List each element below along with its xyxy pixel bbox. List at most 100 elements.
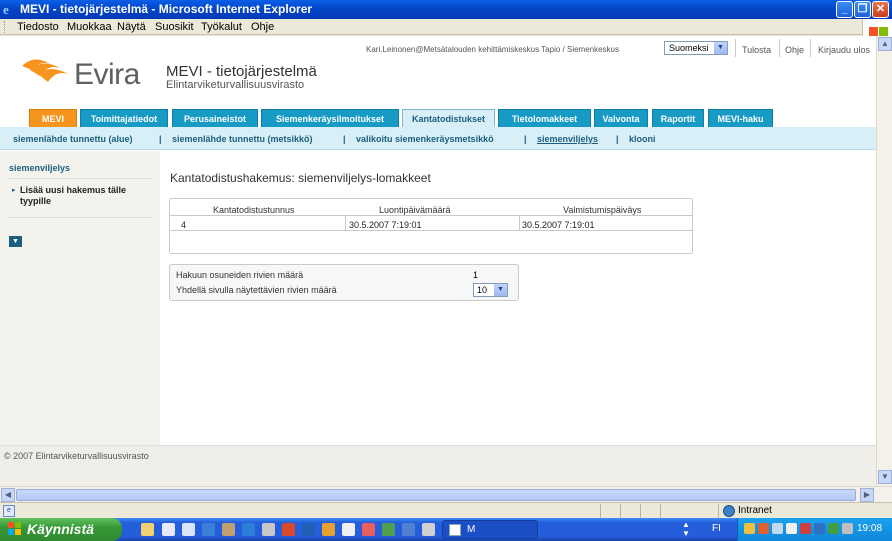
menu-ohje[interactable]: Ohje xyxy=(251,21,274,33)
menu-suosikit[interactable]: Suosikit xyxy=(155,21,194,33)
evira-logo-icon xyxy=(22,59,68,82)
task-mevi-window[interactable]: M xyxy=(442,520,538,539)
taskbar-scroll-icon[interactable]: ▲ ▼ xyxy=(682,520,690,538)
subnav-separator: | xyxy=(524,134,527,144)
page-title: Kantatodistushakemus: siemenviljelys-lom… xyxy=(170,171,431,185)
subnav-siemenkeraysmetsikko[interactable]: valikoitu siemenkeräysmetsikkö xyxy=(356,134,494,144)
subnav-siemenviljelys[interactable]: siemenviljelys xyxy=(537,134,598,144)
desktop-icon[interactable] xyxy=(182,523,195,536)
column-header[interactable]: Luontipäivämäärä xyxy=(379,205,451,215)
minimize-button[interactable]: _ xyxy=(836,1,853,18)
app-icon[interactable] xyxy=(422,523,435,536)
title-bar: e MEVI - tietojärjestelmä - Microsoft In… xyxy=(0,0,892,19)
results-table: Kantatodistustunnus Luontipäivämäärä Val… xyxy=(169,198,693,254)
word-icon[interactable] xyxy=(302,523,315,536)
table-cell: 30.5.2007 7:19:01 xyxy=(522,220,595,230)
security-zone: Intranet xyxy=(738,505,772,516)
logo-text: Evira xyxy=(74,58,140,91)
expand-icon[interactable]: ▼ xyxy=(9,236,22,247)
vertical-scrollbar[interactable]: ▲ ▼ xyxy=(876,36,892,486)
scroll-thumb[interactable] xyxy=(16,489,856,501)
logged-in-user: Kari.Leinonen@Metsätalouden kehittämiske… xyxy=(366,45,619,54)
logout-link[interactable]: Kirjaudu ulos xyxy=(818,45,870,55)
scroll-up-icon[interactable]: ▲ xyxy=(878,37,892,51)
print-link[interactable]: Tulosta xyxy=(742,45,771,55)
divider xyxy=(519,216,520,231)
browser-icon[interactable] xyxy=(202,523,215,536)
column-header[interactable]: Valmistumispäiväys xyxy=(563,205,641,215)
sidebar-heading: siemenviljelys xyxy=(9,163,71,173)
tray-icon[interactable] xyxy=(814,523,825,534)
app-icon[interactable] xyxy=(322,523,335,536)
app-icon[interactable] xyxy=(222,523,235,536)
tab-siemenkeraysilmoitukset[interactable]: Siemenkeräysilmoitukset xyxy=(261,109,399,128)
rows-per-page-select[interactable]: 10 ▼ xyxy=(473,283,508,297)
window-icon[interactable] xyxy=(162,523,175,536)
chevron-down-icon[interactable]: ▼ xyxy=(714,42,727,54)
help-link[interactable]: Ohje xyxy=(785,45,804,55)
divider xyxy=(620,504,621,518)
add-application-link[interactable]: Lisää uusi hakemus tälle tyypille xyxy=(20,185,150,207)
scroll-right-icon[interactable]: ▶ xyxy=(860,488,874,502)
tab-kantatodistukset[interactable]: Kantatodistukset xyxy=(402,109,495,128)
tray-icon[interactable] xyxy=(772,523,783,534)
tray-icon[interactable] xyxy=(758,523,769,534)
windows-flag-icon xyxy=(8,522,22,536)
scroll-left-icon[interactable]: ◀ xyxy=(1,488,15,502)
app-icon[interactable] xyxy=(342,523,355,536)
app-icon[interactable] xyxy=(382,523,395,536)
tab-mevi[interactable]: MEVI xyxy=(29,109,77,128)
app-icon[interactable] xyxy=(362,523,375,536)
subnav-metsikko[interactable]: siemenlähde tunnettu (metsikkö) xyxy=(172,134,313,144)
language-selected: Suomeksi xyxy=(669,43,709,53)
rows-per-page-label: Yhdellä sivulla näytettävien rivien määr… xyxy=(176,285,337,295)
folder-icon[interactable] xyxy=(141,523,154,536)
tab-valvonta[interactable]: Valvonta xyxy=(594,109,648,128)
divider xyxy=(170,230,692,231)
language-indicator[interactable]: FI xyxy=(712,523,721,534)
close-button[interactable]: ✕ xyxy=(872,1,889,18)
divider xyxy=(735,39,736,57)
menu-muokkaa[interactable]: Muokkaa xyxy=(67,21,112,33)
sub-navigation: siemenlähde tunnettu (alue) | siemenlähd… xyxy=(0,129,876,150)
page-viewport: Kari.Leinonen@Metsätalouden kehittämiske… xyxy=(0,36,876,486)
ie-window-icon xyxy=(449,524,461,536)
subnav-alue[interactable]: siemenlähde tunnettu (alue) xyxy=(13,134,133,144)
tab-raportit[interactable]: Raportit xyxy=(652,109,704,128)
start-button[interactable]: Käynnistä xyxy=(0,518,122,541)
menu-tiedosto[interactable]: Tiedosto xyxy=(17,21,59,33)
menu-nayta[interactable]: Näytä xyxy=(117,21,146,33)
rows-per-page-value: 10 xyxy=(477,285,488,295)
subnav-separator: | xyxy=(616,134,619,144)
clock[interactable]: 19:08 xyxy=(857,523,882,534)
status-bar: e Intranet xyxy=(0,502,892,518)
page-icon: e xyxy=(3,505,15,517)
tab-mevi-haku[interactable]: MEVI-haku xyxy=(708,109,773,128)
tab-toimittajatiedot[interactable]: Toimittajatiedot xyxy=(80,109,168,128)
maximize-button[interactable]: ❐ xyxy=(854,1,871,18)
tray-icon[interactable] xyxy=(842,523,853,534)
app-icon[interactable] xyxy=(402,523,415,536)
column-header[interactable]: Kantatodistustunnus xyxy=(213,205,295,215)
divider xyxy=(8,178,152,179)
chevron-down-icon[interactable]: ▼ xyxy=(494,284,507,296)
divider xyxy=(660,504,661,518)
tray-icon[interactable] xyxy=(800,523,811,534)
tray-icon[interactable] xyxy=(786,523,797,534)
tab-perusaineistot[interactable]: Perusaineistot xyxy=(172,109,258,128)
horizontal-scrollbar[interactable]: ◀ ▶ xyxy=(0,486,892,502)
app-icon[interactable] xyxy=(282,523,295,536)
app-icon[interactable] xyxy=(262,523,275,536)
tab-tietolomakkeet[interactable]: Tietolomakkeet xyxy=(498,109,591,128)
subnav-klooni[interactable]: klooni xyxy=(629,134,656,144)
tray-icon[interactable] xyxy=(828,523,839,534)
language-select[interactable]: Suomeksi ▼ xyxy=(664,41,728,55)
tray-icon[interactable] xyxy=(744,523,755,534)
scroll-down-icon[interactable]: ▼ xyxy=(878,470,892,484)
menu-tyokalut[interactable]: Työkalut xyxy=(201,21,242,33)
divider xyxy=(8,217,152,218)
ie-icon[interactable] xyxy=(242,523,255,536)
divider xyxy=(810,39,811,57)
table-cell[interactable]: 4 xyxy=(181,220,186,230)
intranet-icon xyxy=(723,505,735,517)
